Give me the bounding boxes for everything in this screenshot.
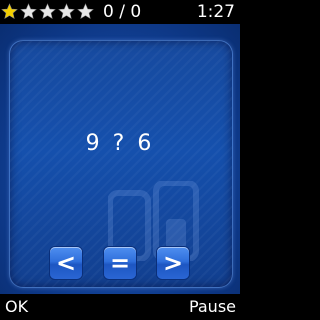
score-counter: 0 / 0: [103, 2, 142, 22]
pause-softkey[interactable]: Pause: [189, 297, 236, 316]
less-than-label: <: [55, 249, 77, 277]
equal-button[interactable]: =: [104, 247, 136, 279]
status-bar: 0 / 0 1:27: [0, 0, 240, 24]
star-empty-icon: [20, 3, 37, 21]
star-empty-icon: [77, 3, 94, 21]
equal-label: =: [109, 249, 131, 277]
countdown-timer: 1:27: [196, 2, 235, 22]
greater-than-button[interactable]: >: [157, 247, 189, 279]
less-than-button[interactable]: <: [50, 247, 82, 279]
comparison-expression: 9 ? 6: [85, 131, 155, 156]
greater-than-label: >: [162, 249, 184, 277]
ok-softkey[interactable]: OK: [5, 297, 28, 316]
star-empty-icon: [58, 3, 75, 21]
star-empty-icon: [39, 3, 56, 21]
star-filled-icon: [1, 3, 18, 21]
star-rating: [1, 3, 94, 21]
softkey-bar: OK Pause: [0, 294, 240, 320]
